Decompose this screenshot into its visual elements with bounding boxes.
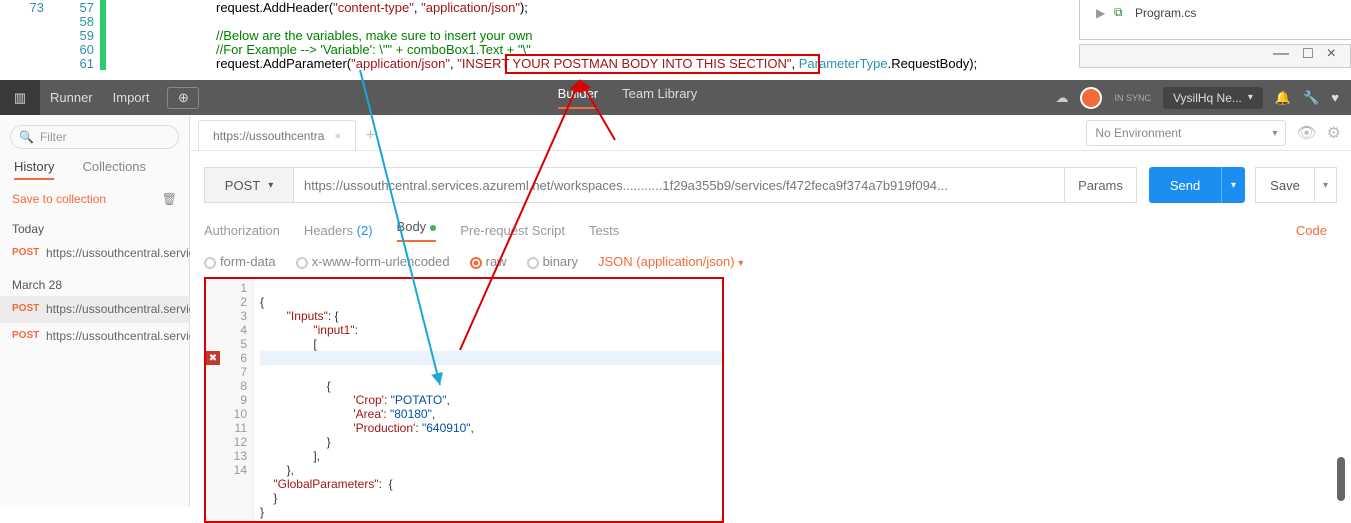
collections-tab[interactable]: Collections [82,159,146,180]
tab-authorization[interactable]: Authorization [204,223,280,238]
request-pane: https://ussouthcentra × + No Environment… [190,115,1351,507]
chevron-down-icon: ▾ [1272,128,1277,139]
tab-headers[interactable]: Headers (2) [304,223,373,238]
vs-ln2-0: 57 [70,0,94,15]
save-dropdown[interactable]: ▾ [1315,167,1337,203]
vs-line-59: //Below are the variables, make sure to … [216,28,532,43]
method-badge: POST [12,302,40,318]
heart-icon[interactable]: ♥ [1331,90,1339,105]
postman-toolbar: ▥ Runner Import ⊕ Builder Team Library ☁… [0,80,1351,115]
vs-gutter: 73 57 58 59 60 61 [0,0,110,80]
sidebar-toggle-icon[interactable]: ▥ [0,80,40,115]
tab-body[interactable]: Body [397,219,437,242]
search-icon: 🔍 [19,130,34,144]
chevron-down-icon: ▾ [738,258,743,269]
tree-arrow-icon[interactable]: ▶ [1096,6,1105,20]
avatar[interactable] [1080,87,1102,109]
annotation-highlight-box [505,54,820,74]
editor-gutter: 1234567891011121314 [206,279,254,521]
vs-line-60: //For Example --> 'Variable': \"" + comb… [216,42,531,57]
history-item-m28-1[interactable]: POST https://ussouthcentral.services.azu… [0,323,189,351]
chevron-down-icon: ▾ [1248,92,1253,103]
radio-binary[interactable]: binary [527,254,578,269]
request-subtabs: Authorization Headers (2) Body Pre-reque… [190,203,1351,242]
vs-ln2-1: 58 [70,14,94,29]
editor-code[interactable]: { "Inputs": { "input1": [ { 'Crop': "POT… [254,279,722,521]
scrollbar-thumb[interactable] [1337,457,1345,501]
solution-file[interactable]: Program.cs [1135,6,1196,20]
send-button[interactable]: Send [1149,167,1221,203]
body-editor[interactable]: ✖ 1234567891011121314 { "Inputs": { "inp… [204,277,724,523]
new-tab-button[interactable]: ⊕ [167,87,199,109]
method-badge: POST [12,246,40,262]
unsaved-dot-icon [430,225,436,231]
vs-ln1-0: 73 [20,0,44,15]
trash-icon[interactable]: 🗑 [162,192,177,206]
body-type-row: form-data x-www-form-urlencoded raw bina… [190,242,1351,277]
radio-urlencoded[interactable]: x-www-form-urlencoded [296,254,450,269]
error-icon: ✖ [206,351,220,365]
method-badge: POST [12,329,40,345]
bell-icon[interactable]: 🔔 [1275,90,1291,106]
wrench-icon[interactable]: 🔧 [1303,90,1319,106]
cloud-sync-icon[interactable]: ☁ [1055,90,1068,106]
window-controls: × □ — [1079,44,1351,68]
url-input[interactable]: https://ussouthcentral.services.azureml.… [294,167,1065,203]
save-to-collection-link[interactable]: Save to collection [12,192,106,206]
code-link[interactable]: Code [1296,223,1327,238]
method-dropdown[interactable]: POST▾ [204,167,294,203]
history-tab[interactable]: History [14,159,54,180]
vs-ln2-3: 60 [70,42,94,57]
solution-explorer[interactable]: ▶ ⧉ Program.cs [1079,0,1351,40]
radio-form-data[interactable]: form-data [204,254,276,269]
tab-tests[interactable]: Tests [589,223,619,238]
add-tab-button[interactable]: + [356,122,384,150]
import-button[interactable]: Import [103,90,160,105]
request-tabs: https://ussouthcentra × + No Environment… [190,115,1351,151]
vs-marker-1 [100,14,106,28]
content-type-dropdown[interactable]: JSON (application/json) ▾ [598,254,743,269]
close-icon[interactable]: × [334,129,341,143]
filter-input[interactable]: 🔍 Filter [10,125,179,149]
close-icon[interactable]: × [1327,45,1336,63]
minimize-icon[interactable]: — [1273,45,1289,63]
environment-dropdown[interactable]: No Environment▾ [1086,120,1286,146]
chevron-down-icon: ▾ [1231,180,1236,191]
vs-code-strip: 73 57 58 59 60 61 request.AddHeader("con… [0,0,1351,80]
vs-line-57: request.AddHeader("content-type", "appli… [216,0,528,15]
postman-body: 🔍 Filter History Collections Save to col… [0,115,1351,507]
chevron-down-icon: ▾ [1323,180,1328,191]
builder-tab[interactable]: Builder [558,86,598,109]
chevron-down-icon: ▾ [268,180,273,191]
group-today: Today [0,212,189,240]
runner-button[interactable]: Runner [40,90,103,105]
vs-marker-3 [100,42,106,56]
vs-marker-0 [100,0,106,14]
vs-ln2-4: 61 [70,56,94,71]
team-library-tab[interactable]: Team Library [622,86,697,109]
radio-raw[interactable]: raw [470,254,507,269]
sidebar: 🔍 Filter History Collections Save to col… [0,115,190,507]
save-button[interactable]: Save [1255,167,1315,203]
params-button[interactable]: Params [1065,167,1137,203]
workspace-dropdown[interactable]: VysilHq Ne...▾ [1163,87,1263,109]
eye-icon[interactable]: 👁 [1296,123,1316,143]
gear-icon[interactable]: ⚙ [1327,123,1341,143]
history-item-today-0[interactable]: POST https://ussouthcentral.services.azu… [0,240,189,268]
vs-marker-2 [100,28,106,42]
tab-label: https://ussouthcentra [213,129,324,143]
tab-prerequest[interactable]: Pre-request Script [460,223,565,238]
filter-placeholder: Filter [40,130,67,144]
tree-cs-icon: ⧉ [1114,5,1123,20]
request-row: POST▾ https://ussouthcentral.services.az… [204,167,1337,203]
maximize-icon[interactable]: □ [1303,45,1313,63]
group-march28: March 28 [0,268,189,296]
send-dropdown[interactable]: ▾ [1221,167,1245,203]
vs-ln2-2: 59 [70,28,94,43]
sync-status: IN SYNC [1114,93,1151,103]
vs-marker-4 [100,56,106,70]
request-tab-0[interactable]: https://ussouthcentra × [198,120,356,150]
history-item-m28-0[interactable]: POST https://ussouthcentral.services.azu… [0,296,189,324]
